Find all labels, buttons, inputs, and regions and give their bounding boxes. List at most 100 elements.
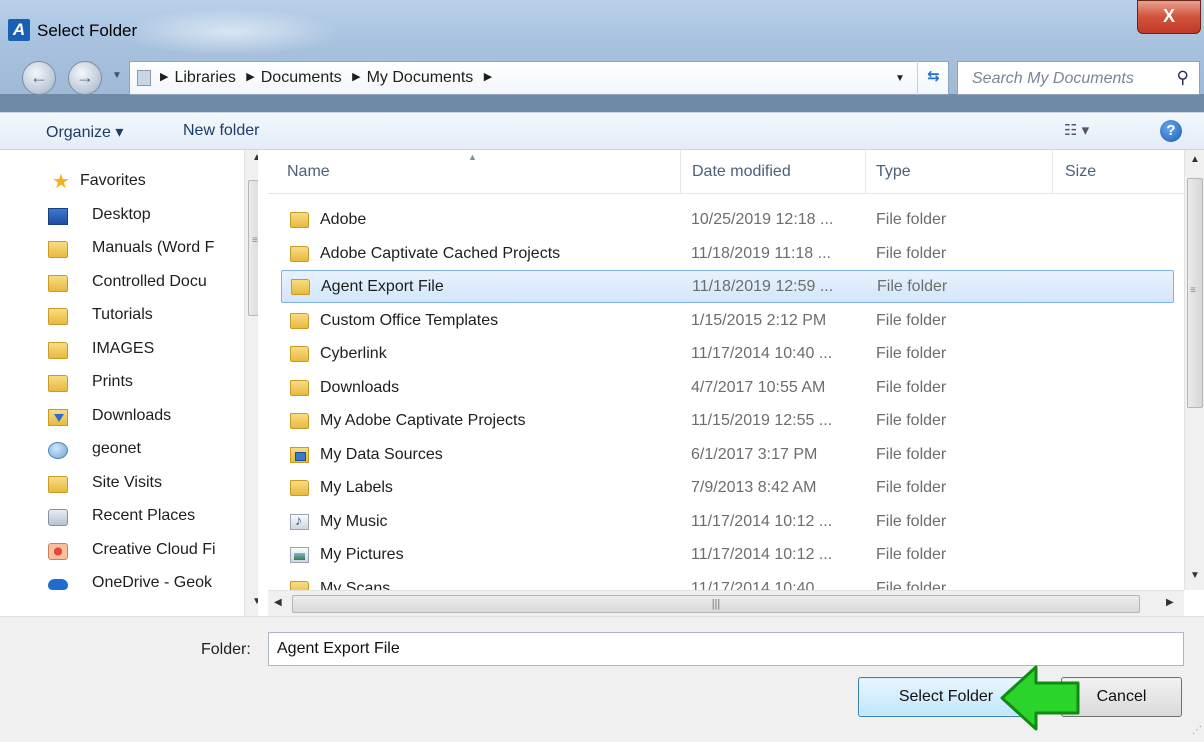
sidebar-item-label: Prints	[92, 373, 133, 390]
sidebar-item-label: Favorites	[80, 172, 146, 189]
star-icon: ★	[52, 171, 70, 193]
folder-name-input[interactable]	[268, 632, 1184, 666]
scroll-up-icon[interactable]: ▲	[252, 152, 258, 163]
file-date: 11/18/2019 11:18 ...	[691, 245, 831, 262]
scroll-down-icon[interactable]: ▼	[252, 596, 258, 607]
breadcrumb-my-documents[interactable]: My Documents	[367, 69, 474, 86]
address-bar[interactable]: ▶ Libraries ▶ Documents ▶ My Documents ▶	[129, 61, 949, 95]
vertical-scroll-thumb[interactable]: ≡	[1187, 178, 1203, 408]
help-icon[interactable]: ?	[1160, 120, 1182, 142]
file-date: 11/17/2014 10:12 ...	[691, 513, 833, 530]
back-button[interactable]: ←	[22, 61, 56, 95]
search-icon[interactable]: ⚲	[1177, 68, 1189, 88]
breadcrumb-separator[interactable]: ▶	[484, 71, 492, 83]
sidebar-item-onedrive[interactable]: OneDrive - Geok	[14, 567, 234, 599]
sidebar-item-images[interactable]: IMAGES	[14, 333, 234, 365]
column-header-date[interactable]: Date modified	[681, 150, 866, 194]
sidebar-item-prints[interactable]: Prints	[14, 366, 234, 398]
table-row[interactable]: Adobe Captivate Cached Projects 11/18/20…	[281, 238, 1174, 271]
folder-icon	[290, 246, 309, 262]
creative-cloud-icon	[48, 543, 68, 560]
table-row-selected[interactable]: Agent Export File 11/18/2019 12:59 ... F…	[281, 270, 1174, 303]
sidebar-scrollbar[interactable]: ▲ ≡ ▼	[244, 150, 258, 616]
file-type: File folder	[876, 412, 947, 429]
onedrive-icon	[48, 579, 68, 590]
scroll-right-icon[interactable]: ▶	[1166, 597, 1174, 608]
table-row[interactable]: My Adobe Captivate Projects 11/15/2019 1…	[281, 405, 1174, 438]
scroll-up-icon[interactable]: ▲	[1190, 154, 1200, 165]
sidebar-item-label: Desktop	[92, 206, 151, 223]
sidebar-item-geonet[interactable]: geonet	[14, 433, 234, 465]
file-name: Downloads	[320, 379, 400, 396]
new-folder-button[interactable]: New folder	[183, 122, 259, 140]
file-type: File folder	[876, 312, 947, 329]
table-row[interactable]: My Labels 7/9/2013 8:42 AM File folder	[281, 472, 1174, 505]
sidebar-item-favorites[interactable]: ★ Favorites	[14, 165, 234, 197]
resize-grip-icon[interactable]: ⋰	[1192, 725, 1202, 736]
breadcrumb-libraries[interactable]: Libraries	[174, 69, 235, 86]
forward-button[interactable]: →	[68, 61, 102, 95]
sidebar-item-downloads[interactable]: Downloads	[14, 400, 234, 432]
file-name: My Music	[320, 513, 388, 530]
sidebar-item-site-visits[interactable]: Site Visits	[14, 467, 234, 499]
file-name: Cyberlink	[320, 345, 387, 362]
library-icon	[137, 70, 151, 86]
file-date: 11/18/2019 12:59 ...	[692, 278, 834, 295]
file-list-vertical-scrollbar[interactable]: ▲ ≡ ▼	[1184, 150, 1204, 590]
column-header-size[interactable]: Size	[1053, 150, 1184, 194]
table-row[interactable]: Cyberlink 11/17/2014 10:40 ... File fold…	[281, 338, 1174, 371]
breadcrumb-separator[interactable]: ▶	[352, 71, 360, 83]
table-row[interactable]: Adobe 10/25/2019 12:18 ... File folder	[281, 204, 1174, 237]
refresh-icon[interactable]: ⇆	[917, 61, 949, 95]
sidebar-item-label: OneDrive - Geok	[92, 574, 213, 591]
file-list-horizontal-scrollbar[interactable]: ◀ ||| ▶	[268, 590, 1184, 616]
breadcrumb-documents[interactable]: Documents	[261, 69, 342, 86]
sidebar-item-controlled-documents[interactable]: Controlled Docu	[14, 266, 234, 298]
table-row[interactable]: My Pictures 11/17/2014 10:12 ... File fo…	[281, 539, 1174, 572]
sidebar-item-tutorials[interactable]: Tutorials	[14, 299, 234, 331]
network-icon	[48, 442, 68, 459]
scroll-left-icon[interactable]: ◀	[274, 597, 282, 608]
column-header-type[interactable]: Type	[866, 150, 1053, 194]
file-list[interactable]: ▲ Name Date modified Type Size Adobe 10/…	[268, 150, 1204, 616]
folder-icon	[290, 480, 309, 496]
folder-icon	[48, 275, 68, 292]
recent-locations-dropdown-icon[interactable]: ▼	[112, 70, 122, 81]
sidebar-item-manuals[interactable]: Manuals (Word F	[14, 232, 234, 264]
sidebar-item-label: Site Visits	[92, 474, 162, 491]
folder-icon	[48, 308, 68, 325]
close-button[interactable]: X	[1137, 0, 1201, 34]
table-row[interactable]: Custom Office Templates 1/15/2015 2:12 P…	[281, 305, 1174, 338]
scroll-down-icon[interactable]: ▼	[1190, 570, 1200, 581]
column-header-row: ▲ Name Date modified Type Size	[268, 150, 1184, 194]
file-type: File folder	[876, 211, 947, 228]
folder-icon	[290, 313, 309, 329]
grip-icon: ≡	[1190, 285, 1196, 296]
table-row[interactable]: My Data Sources 6/1/2017 3:17 PM File fo…	[281, 439, 1174, 472]
file-type: File folder	[876, 546, 947, 563]
navigation-pane[interactable]: ★ Favorites Desktop Manuals (Word F Cont…	[14, 150, 258, 616]
recent-places-icon	[48, 509, 68, 526]
sidebar-item-creative-cloud[interactable]: Creative Cloud Fi	[14, 534, 234, 566]
data-sources-folder-icon	[290, 447, 309, 463]
window-title: Select Folder	[37, 21, 138, 40]
breadcrumb-separator[interactable]: ▶	[160, 71, 168, 83]
sidebar-item-label: Downloads	[92, 407, 172, 424]
sidebar-scroll-thumb[interactable]: ≡	[248, 180, 258, 316]
folder-icon	[291, 279, 310, 295]
app-icon: A	[8, 19, 30, 41]
file-name: My Pictures	[320, 546, 404, 563]
sidebar-item-recent-places[interactable]: Recent Places	[14, 500, 234, 532]
address-dropdown-icon[interactable]: ▼	[895, 73, 905, 84]
search-input[interactable]: Search My Documents ⚲	[957, 61, 1200, 95]
column-header-name[interactable]: ▲ Name	[268, 150, 681, 194]
horizontal-scroll-thumb[interactable]: |||	[292, 595, 1140, 613]
organize-button[interactable]: Organize ▾	[46, 122, 123, 142]
list-view-icon[interactable]: ☷ ▾	[1064, 121, 1089, 139]
sidebar-item-label: Tutorials	[92, 306, 153, 323]
table-row[interactable]: Downloads 4/7/2017 10:55 AM File folder	[281, 372, 1174, 405]
table-row[interactable]: My Music 11/17/2014 10:12 ... File folde…	[281, 506, 1174, 539]
file-type: File folder	[877, 278, 948, 295]
sidebar-item-desktop[interactable]: Desktop	[14, 199, 234, 231]
breadcrumb-separator[interactable]: ▶	[246, 71, 254, 83]
